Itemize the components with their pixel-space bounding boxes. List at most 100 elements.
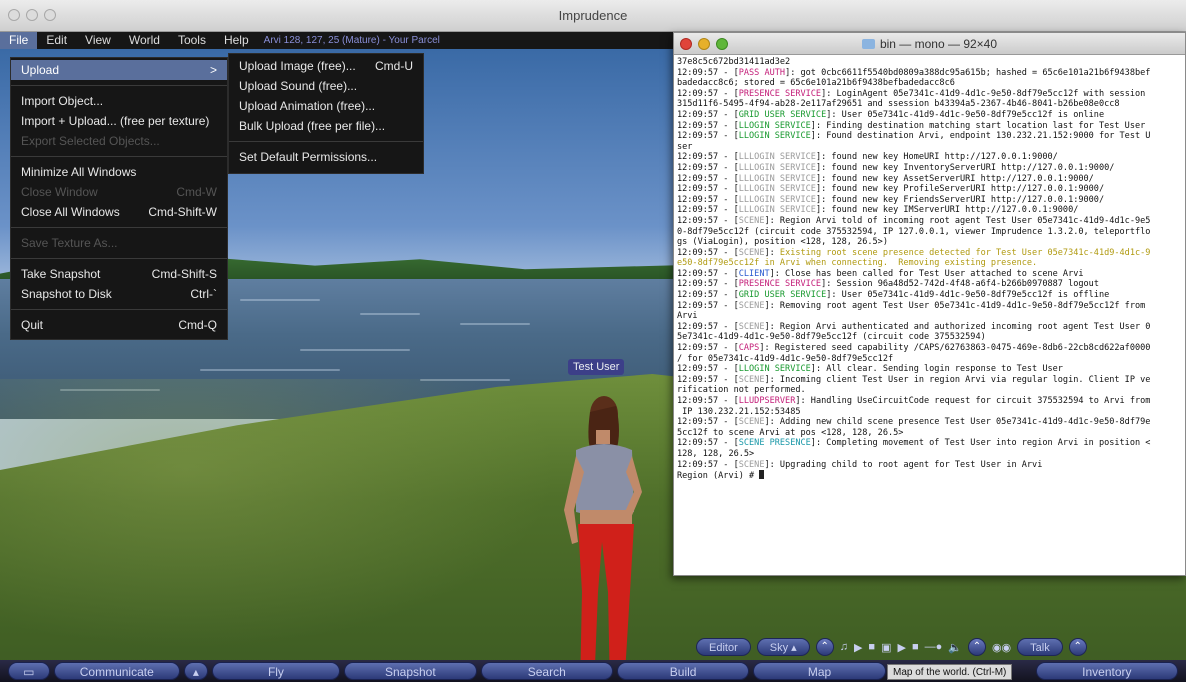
terminal-line: 12:09:57 - [PASS AUTH]: got 0cbc6611f554…: [677, 67, 1151, 78]
media-play-icon[interactable]: ▶: [897, 641, 905, 654]
menu-file[interactable]: File: [0, 32, 38, 49]
terminal-prompt[interactable]: Region (Arvi) #: [677, 470, 1182, 482]
terminal-line: 12:09:57 - [GRID USER SERVICE]: User 05e…: [677, 109, 1105, 120]
window-title: Imprudence: [558, 8, 628, 23]
terminal-line: 12:09:57 - [LLLOGIN SERVICE]: found new …: [677, 173, 1094, 184]
terminal-line: 12:09:57 - [LLLOGIN SERVICE]: found new …: [677, 162, 1115, 173]
music-icon[interactable]: ♫: [840, 641, 848, 653]
app-window: Imprudence Test User File Edit View Worl…: [0, 0, 1186, 682]
media-toolbar: Editor Sky ▴ ⌃ ♫ ▶ ■ ▣ ▶ ■ —● 🔈 ⌃ ◉◉ Tal…: [696, 636, 1186, 658]
fly-button[interactable]: Fly: [211, 662, 341, 680]
terminal-line: rification not performed.: [677, 385, 806, 396]
location-readout[interactable]: Arvi 128, 127, 25 (Mature) - Your Parcel: [264, 35, 440, 46]
menu-tools[interactable]: Tools: [169, 32, 215, 49]
chat-bubble-button[interactable]: ▭: [8, 662, 50, 680]
upload-sound-item[interactable]: Upload Sound (free)...: [229, 76, 423, 96]
terminal-line: 12:09:57 - [SCENE PRESENCE]: Completing …: [677, 438, 1151, 449]
terminal-line: 5e7341c-41d9-4d1c-9e50-8df79e5cc12f (cir…: [677, 332, 986, 343]
stop-icon[interactable]: ■: [868, 641, 875, 653]
terminal-line: 12:09:57 - [LLLOGIN SERVICE]: found new …: [677, 152, 1058, 163]
expand-up-icon[interactable]: ⌃: [815, 638, 834, 656]
menu-help[interactable]: Help: [215, 32, 258, 49]
terminal-line: 12:09:57 - [SCENE]: Upgrading child to r…: [677, 459, 1043, 470]
snapshot-button[interactable]: Snapshot: [344, 662, 477, 680]
window-titlebar: Imprudence: [0, 0, 1186, 32]
terminal-line: 12:09:57 - [CLIENT]: Close has been call…: [677, 268, 1084, 279]
menu-divider: [11, 85, 227, 86]
terminal-window[interactable]: bin — mono — 92×40 37e8c5c672bd31411ad3e…: [673, 32, 1186, 576]
terminal-line: Arvi: [677, 311, 698, 322]
import-object-item[interactable]: Import Object...: [11, 91, 227, 111]
media-stop-icon[interactable]: ■: [912, 641, 919, 653]
inventory-button[interactable]: Inventory: [1035, 662, 1178, 680]
avatar-name-tag: Test User: [568, 359, 625, 375]
upload-image-item[interactable]: Upload Image (free)... Cmd-U: [229, 56, 423, 76]
menu-divider: [11, 156, 227, 157]
terminal-line: 12:09:57 - [LLOGIN SERVICE]: Found desti…: [677, 131, 1151, 142]
terminal-line: 0-8df79e5cc12f (circuit code 375532594, …: [677, 226, 1151, 237]
import-upload-item[interactable]: Import + Upload... (free per texture): [11, 111, 227, 131]
terminal-line: gs (ViaLogin), position <128, 128, 26.5>…: [677, 237, 888, 248]
volume-slider[interactable]: —●: [925, 641, 943, 653]
menu-world[interactable]: World: [120, 32, 169, 49]
terminal-line: 12:09:57 - [SCENE]: Removing root agent …: [677, 300, 1146, 311]
terminal-line: 12:09:57 - [PRESENCE SERVICE]: LoginAgen…: [677, 88, 1146, 99]
terminal-line: 128, 128, 26.5>: [677, 448, 755, 459]
quit-item[interactable]: Quit Cmd-Q: [11, 315, 227, 335]
communicate-button[interactable]: Communicate: [53, 662, 180, 680]
bulk-upload-item[interactable]: Bulk Upload (free per file)...: [229, 116, 423, 136]
expand-up-icon[interactable]: ⌃: [1068, 638, 1087, 656]
terminal-line: 37e8c5c672bd31411ad3e2: [677, 57, 791, 67]
build-button[interactable]: Build: [616, 662, 750, 680]
terminal-line: 5cc12f to scene Arvi at pos <128, 128, 2…: [677, 427, 904, 438]
menu-divider: [11, 258, 227, 259]
terminal-line: 12:09:57 - [SCENE]: Existing root scene …: [677, 247, 1151, 258]
sky-button[interactable]: Sky ▴: [756, 638, 810, 656]
terminal-line: 315d11f6-5495-4f94-ab28-2e117af29651 and…: [677, 99, 1120, 110]
terminal-line: 12:09:57 - [GRID USER SERVICE]: User 05e…: [677, 290, 1110, 301]
voice-chat-icon[interactable]: ◉◉: [992, 641, 1011, 654]
take-snapshot-item[interactable]: Take Snapshot Cmd-Shift-S: [11, 264, 227, 284]
map-tooltip: Map of the world. (Ctrl-M): [887, 664, 1013, 680]
close-window-item: Close Window Cmd-W: [21, 185, 217, 199]
communicate-dropdown[interactable]: ▴: [183, 662, 208, 680]
terminal-titlebar: bin — mono — 92×40: [674, 33, 1185, 55]
terminal-line: badedacc8c6; stored = 65c6e101a21b6f9438…: [677, 78, 955, 89]
terminal-output[interactable]: 37e8c5c672bd31411ad3e2 12:09:57 - [PASS A…: [674, 55, 1185, 484]
export-selected-item: Export Selected Objects...: [21, 134, 160, 148]
terminal-line: / for 05e7341c-41d9-4d1c-9e50-8df79e5cc1…: [677, 353, 894, 364]
terminal-line: 12:09:57 - [LLLOGIN SERVICE]: found new …: [677, 194, 1105, 205]
avatar-figure[interactable]: [546, 392, 656, 682]
play-icon[interactable]: ▶: [854, 641, 862, 654]
media-icon[interactable]: ▣: [881, 641, 891, 654]
file-menu: Upload > Import Object... Import + Upload…: [10, 57, 228, 340]
minimize-all-item[interactable]: Minimize All Windows: [11, 162, 227, 182]
submenu-arrow-icon: >: [209, 63, 217, 77]
expand-up-icon[interactable]: ⌃: [967, 638, 986, 656]
menu-edit[interactable]: Edit: [37, 32, 76, 49]
map-button[interactable]: Map: [753, 662, 886, 680]
dropdown-arrow-icon: ▴: [791, 642, 797, 654]
folder-icon: [861, 39, 875, 49]
terminal-line: 12:09:57 - [PRESENCE SERVICE]: Session 9…: [677, 279, 1099, 290]
search-button[interactable]: Search: [480, 662, 613, 680]
talk-button[interactable]: Talk: [1017, 638, 1063, 656]
close-all-windows-item[interactable]: Close All Windows Cmd-Shift-W: [11, 202, 227, 222]
upload-animation-item[interactable]: Upload Animation (free)...: [229, 96, 423, 116]
menu-view[interactable]: View: [76, 32, 120, 49]
editor-button[interactable]: Editor: [696, 638, 751, 656]
speaker-icon[interactable]: 🔈: [948, 641, 962, 654]
upload-submenu: Upload Image (free)... Cmd-U Upload Sound…: [228, 53, 424, 174]
terminal-line: 12:09:57 - [CAPS]: Registered seed capab…: [677, 343, 1151, 354]
upload-menu-item[interactable]: Upload >: [11, 60, 227, 80]
terminal-line: 12:09:57 - [SCENE]: Region Arvi authenti…: [677, 321, 1151, 332]
default-permissions-item[interactable]: Set Default Permissions...: [229, 147, 423, 167]
terminal-title: bin — mono — 92×40: [879, 37, 998, 51]
snapshot-to-disk-item[interactable]: Snapshot to Disk Ctrl-`: [11, 284, 227, 304]
terminal-line: 12:09:57 - [SCENE]: Adding new child sce…: [677, 417, 1151, 428]
terminal-line: ser: [677, 141, 693, 152]
menu-divider: [11, 309, 227, 310]
terminal-line: 12:09:57 - [LLUDPSERVER]: Handling UseCi…: [677, 396, 1151, 406]
terminal-line: 12:09:57 - [LLOGIN SERVICE]: All clear. …: [677, 364, 1063, 375]
viewer-menubar: File Edit View World Tools Help Arvi 128…: [0, 32, 674, 49]
